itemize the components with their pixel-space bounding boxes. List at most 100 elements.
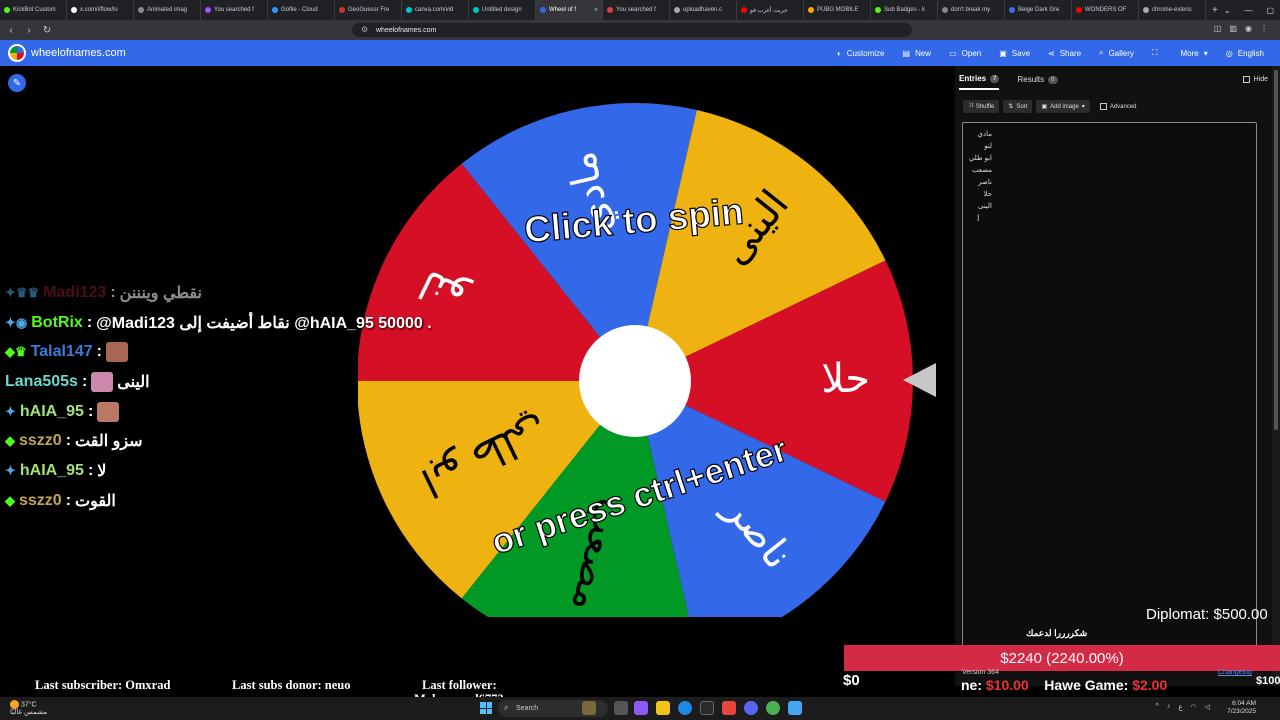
tab-favicon-icon — [339, 7, 345, 13]
url-field[interactable]: ⚙ wheelofnames.com — [352, 23, 912, 37]
wheel-logo-icon[interactable] — [8, 44, 26, 62]
tab-favicon-icon — [406, 7, 412, 13]
menu-item-gallery[interactable]: ⌕ Gallery — [1099, 48, 1134, 58]
clock[interactable]: 6:04 AM 7/23/2025 — [1227, 700, 1256, 716]
ticker-name-a: ne: — [961, 677, 982, 693]
browser-tab[interactable]: GeoGuessr Fre — [335, 0, 402, 20]
chat-username[interactable]: sszz0 — [19, 432, 62, 450]
minimize-icon[interactable]: — — [1245, 6, 1253, 15]
edge-icon[interactable] — [678, 701, 692, 715]
chat-username[interactable]: BotRix — [31, 314, 83, 332]
entries-textarea[interactable]: مادي لنو ابو طلي مصعب ناصر حلا الينى I — [962, 122, 1257, 662]
mic-icon[interactable]: ♪ — [1167, 703, 1171, 711]
extensions-icon[interactable]: ◫ — [1214, 24, 1222, 33]
weather-widget[interactable]: 37°C مشمس غالبًا — [10, 700, 47, 717]
advanced-checkbox[interactable] — [1099, 103, 1107, 110]
forward-icon[interactable]: › — [22, 25, 36, 36]
chat-separator: : — [65, 492, 72, 509]
browser-tab[interactable]: You searched f — [201, 0, 268, 20]
chat-separator: : — [110, 284, 116, 301]
edit-pencil-button[interactable]: ✎ — [8, 74, 26, 92]
hide-checkbox[interactable] — [1242, 76, 1250, 83]
file-explorer-icon[interactable] — [656, 701, 670, 715]
browser-tab[interactable]: Gofile - Cloud — [268, 0, 335, 20]
browser-tab[interactable]: canva.com/vid — [402, 0, 469, 20]
chat-username[interactable]: hAIA_95 — [20, 403, 84, 421]
maximize-icon[interactable]: ▢ — [1267, 6, 1275, 15]
discord-icon[interactable] — [744, 701, 758, 715]
tab-label: x.com/i/flow/lo — [80, 7, 118, 13]
chat-badge-icon: ◆♛ — [5, 344, 27, 359]
menu-item-open[interactable]: ▭ Open — [949, 49, 981, 58]
browser-tab[interactable]: WONDERS OF — [1072, 0, 1139, 20]
chat-username[interactable]: hAIA_95 — [20, 462, 84, 480]
entries-count-badge: 7 — [990, 74, 1000, 83]
scrollbar[interactable] — [1272, 66, 1280, 686]
scrollbar-thumb[interactable] — [1274, 70, 1278, 430]
brave-icon[interactable] — [722, 701, 736, 715]
browser-tab[interactable]: x.com/i/flow/lo — [67, 0, 134, 20]
browser-tab[interactable]: جربت أغرب فو — [737, 0, 804, 20]
task-view-icon[interactable] — [614, 701, 628, 715]
site-info-icon[interactable]: ⚙ — [361, 25, 368, 34]
shuffle-button[interactable]: ⤨ Shuffle — [963, 100, 1000, 113]
chat-username[interactable]: sszz0 — [19, 492, 62, 510]
volume-icon[interactable]: ◁ — [1205, 703, 1210, 711]
windows-start-icon[interactable] — [480, 702, 492, 714]
add-image-button[interactable]: ▣ Add image ▾ — [1036, 100, 1090, 113]
hide-toggle[interactable]: Hide — [1242, 76, 1268, 83]
sidebar-icon[interactable]: ▥ — [1229, 24, 1237, 33]
chevron-up-icon[interactable]: ^ — [1156, 703, 1159, 711]
tab-entries[interactable]: Entries 7 — [959, 74, 1000, 90]
chrome-icon[interactable] — [766, 701, 780, 715]
sort-button[interactable]: ⇅ Sort — [1003, 100, 1033, 113]
tab-label: KickBot Custom — [13, 7, 56, 13]
search-icon: ⌕ — [504, 703, 509, 712]
wifi-icon[interactable]: ◠ — [1191, 703, 1197, 711]
donation-ticker: ne: $10.00 Hawe Game: $2.00 — [961, 677, 1167, 693]
advanced-toggle[interactable]: Advanced — [1099, 103, 1137, 110]
site-name[interactable]: wheelofnames.com — [31, 47, 126, 59]
menu-item-fullscreen[interactable]: ⛶ — [1152, 48, 1163, 58]
menu-item-more[interactable]: More ▾ — [1181, 49, 1208, 58]
browser-tab[interactable]: You searched f — [603, 0, 670, 20]
windows-taskbar: 37°C مشمس غالبًا ⌕ Search ^ ♪ ع ◠ ◁ 6:04… — [0, 697, 1280, 720]
store-icon[interactable] — [700, 701, 714, 715]
chat-username[interactable]: Madi123 — [43, 284, 106, 302]
chevron-down-icon[interactable]: ⌄ — [1224, 6, 1231, 15]
notepad-icon[interactable] — [788, 701, 802, 715]
browser-tab[interactable]: uploadhaven.c — [670, 0, 737, 20]
browser-tab[interactable]: Wheel of f × — [536, 0, 603, 20]
browser-tab[interactable]: Sub Badges - k — [871, 0, 938, 20]
browser-tab[interactable]: Untitled design — [469, 0, 536, 20]
changelog-link[interactable]: Changelog — [1218, 669, 1252, 676]
close-tab-icon[interactable]: × — [594, 7, 598, 14]
menu-item-english[interactable]: ◎ English — [1226, 49, 1264, 58]
copilot-icon[interactable] — [634, 701, 648, 715]
browser-tab[interactable]: PUBG MOBILE — [804, 0, 871, 20]
wheel[interactable]: حلاناصرمصعبابو طليلنومادي الينى Click to … — [358, 37, 938, 617]
browser-tab[interactable]: KickBot Custom — [0, 0, 67, 20]
shuffle-icon: ⤨ — [968, 103, 973, 109]
chat-text: القوت — [75, 493, 116, 510]
menu-item-share[interactable]: ⋖ Share — [1048, 49, 1081, 58]
back-icon[interactable]: ‹ — [4, 25, 18, 36]
chat-username[interactable]: Talal147 — [31, 343, 93, 361]
system-tray: ^ ♪ ع ◠ ◁ — [1156, 703, 1210, 711]
tab-favicon-icon — [138, 7, 144, 13]
menu-item-save[interactable]: ▣ Save — [999, 49, 1030, 58]
browser-tab[interactable]: Beige Dark Gre — [1005, 0, 1072, 20]
ticker-amount-a: $10.00 — [985, 677, 1029, 693]
new-tab-button[interactable]: + — [1206, 5, 1224, 16]
browser-tab[interactable]: chrome-extens — [1139, 0, 1206, 20]
wheel-center[interactable] — [579, 325, 691, 437]
reload-icon[interactable]: ↻ — [40, 25, 54, 36]
chat-username[interactable]: Lana505s — [5, 373, 78, 391]
tab-results[interactable]: Results 0 — [1017, 74, 1058, 90]
browser-tab[interactable]: don't break my — [938, 0, 1005, 20]
menu-icon[interactable]: ⋮ — [1260, 24, 1268, 33]
language-indicator[interactable]: ع — [1178, 703, 1182, 711]
profile-icon[interactable]: ◉ — [1245, 24, 1252, 33]
widget-app-icon[interactable] — [582, 701, 596, 715]
browser-tab[interactable]: Animated imag — [134, 0, 201, 20]
